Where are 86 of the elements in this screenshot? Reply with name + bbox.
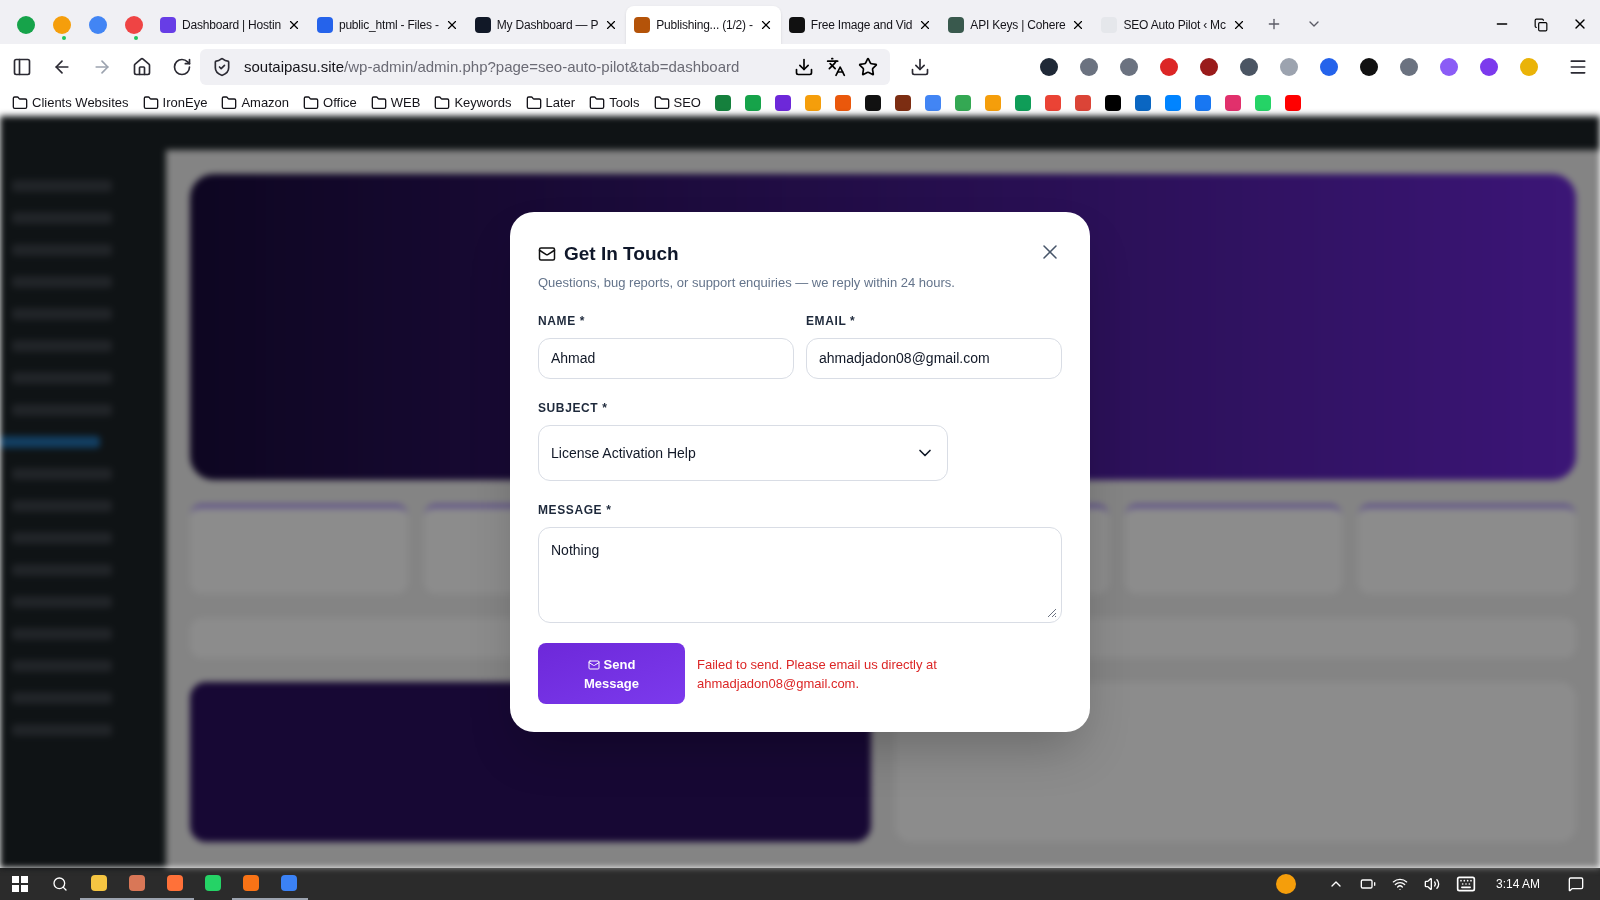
folder-icon	[525, 95, 542, 111]
text-field[interactable]: Ahmad	[538, 338, 794, 379]
mail-icon	[538, 245, 556, 264]
tab-title: API Keys | Cohere	[970, 17, 1066, 34]
reload-icon[interactable]	[172, 57, 192, 77]
tab-title: My Dashboard — P	[496, 17, 599, 34]
bookmark-label: WEB	[390, 94, 421, 113]
folder-icon	[12, 95, 28, 111]
bookmark-label: Amazon	[241, 94, 290, 113]
battery-icon[interactable]	[1359, 876, 1376, 892]
folder-icon	[653, 95, 670, 111]
browser-tab[interactable]: SEO Auto Pilot ‹ Mc	[1093, 6, 1254, 44]
bookmark-folder[interactable]: WEB	[370, 93, 421, 113]
bookmark-star-icon[interactable]	[858, 57, 878, 77]
tab-title: SEO Auto Pilot ‹ Mc	[1123, 17, 1226, 34]
selected-option: License Activation Help	[551, 442, 696, 464]
notifications-icon[interactable]	[1568, 876, 1584, 892]
message-field[interactable]: Nothing	[538, 527, 1062, 623]
browser-tab[interactable]: My Dashboard — P	[466, 6, 627, 44]
mail-icon	[587, 659, 600, 672]
text-field[interactable]: ahmadjadon08@gmail.com	[806, 338, 1062, 379]
save-page-icon[interactable]	[794, 57, 814, 77]
wifi-icon[interactable]	[1391, 876, 1408, 892]
bookmark-label: Clients Websites	[32, 94, 129, 113]
windows-start-icon[interactable]	[12, 876, 28, 892]
folder-icon	[303, 95, 320, 111]
bookmark-folder[interactable]: SEO	[653, 93, 701, 113]
bookmark-icon[interactable]	[1105, 95, 1121, 111]
folder-icon	[221, 95, 238, 111]
menu-icon[interactable]	[1568, 57, 1588, 77]
dialog-title: Get In Touch	[564, 242, 679, 266]
bookmark-folder[interactable]: Clients Websites	[12, 93, 129, 113]
extension-icon[interactable]	[1360, 58, 1378, 76]
folder-icon	[142, 95, 159, 111]
bookmark-folder[interactable]: Amazon	[221, 93, 290, 113]
extension-icon[interactable]	[1240, 58, 1258, 76]
search-icon[interactable]	[52, 876, 68, 892]
weather-icon[interactable]	[1275, 874, 1296, 894]
shield-icon	[212, 57, 232, 77]
bookmark-label: Later	[545, 94, 576, 113]
error-message: Failed to send. Please email us directly at ahmadjadon08@gmail.com.	[697, 655, 938, 693]
field-label: NAME *	[538, 313, 586, 330]
browser-tab[interactable]: Free Image and Vid	[780, 6, 941, 44]
extension-icon[interactable]	[1200, 58, 1218, 76]
volume-icon[interactable]	[1423, 876, 1440, 892]
url-text: soutaipasu.site/wp-admin/admin.php?page=seo-auto-pilot&tab=dashboard	[244, 56, 741, 77]
clock[interactable]: 3:14 AM	[1495, 875, 1540, 893]
bookmark-label: SEO	[673, 94, 701, 113]
browser-tab[interactable]: public_html - Files -	[308, 6, 467, 44]
field-label: EMAIL *	[806, 313, 857, 330]
tab-title: Free Image and Vid	[810, 17, 913, 34]
tab-title: Dashboard | Hostin	[182, 17, 281, 34]
resize-handle-icon	[1045, 606, 1057, 618]
field-label: SUBJECT *	[538, 400, 609, 417]
bookmark-label: Office	[323, 94, 357, 113]
restore-icon[interactable]	[1534, 18, 1548, 32]
browser-tab[interactable]: Publishing... (1/2) -	[626, 6, 781, 44]
field-label: MESSAGE *	[538, 502, 613, 519]
address-bar[interactable]: soutaipasu.site/wp-admin/admin.php?page=seo-auto-pilot&tab=dashboard	[200, 49, 890, 85]
translate-icon[interactable]	[826, 57, 846, 77]
bookmark-icon[interactable]	[775, 95, 791, 111]
bookmark-folder[interactable]: Later	[525, 93, 576, 113]
sidebar-icon[interactable]	[12, 57, 32, 77]
browser-tab[interactable]: API Keys | Cohere	[940, 6, 1094, 44]
bookmark-folder[interactable]: Keywords	[434, 93, 512, 113]
bookmark-label: Keywords	[454, 94, 512, 113]
folder-icon	[434, 95, 451, 111]
home-icon[interactable]	[132, 57, 152, 77]
subject-dropdown[interactable]: License Activation Help	[538, 425, 948, 481]
bookmark-label: Tools	[609, 94, 640, 113]
keyboard-icon[interactable]	[1455, 874, 1476, 894]
folder-icon	[589, 95, 606, 111]
tab-title: public_html - Files -	[338, 17, 439, 34]
folder-icon	[370, 95, 387, 111]
bookmark-folder[interactable]: Tools	[589, 93, 640, 113]
tab-title: Publishing... (1/2) -	[656, 17, 753, 34]
browser-tab[interactable]: Dashboard | Hostin	[152, 6, 309, 44]
bookmark-icon[interactable]	[895, 95, 911, 111]
bookmark-folder[interactable]: Office	[303, 93, 357, 113]
download-icon[interactable]	[910, 57, 930, 77]
extension-icon[interactable]	[1040, 58, 1058, 76]
bookmark-icon[interactable]	[865, 95, 881, 111]
dialog-subtitle: Questions, bug reports, or support enquiries — we reply within 24 hours.	[538, 273, 956, 292]
send-message-button[interactable]: Send Message	[538, 643, 685, 704]
bookmark-folder[interactable]: IronEye	[142, 93, 208, 113]
bookmark-label: IronEye	[162, 94, 208, 113]
